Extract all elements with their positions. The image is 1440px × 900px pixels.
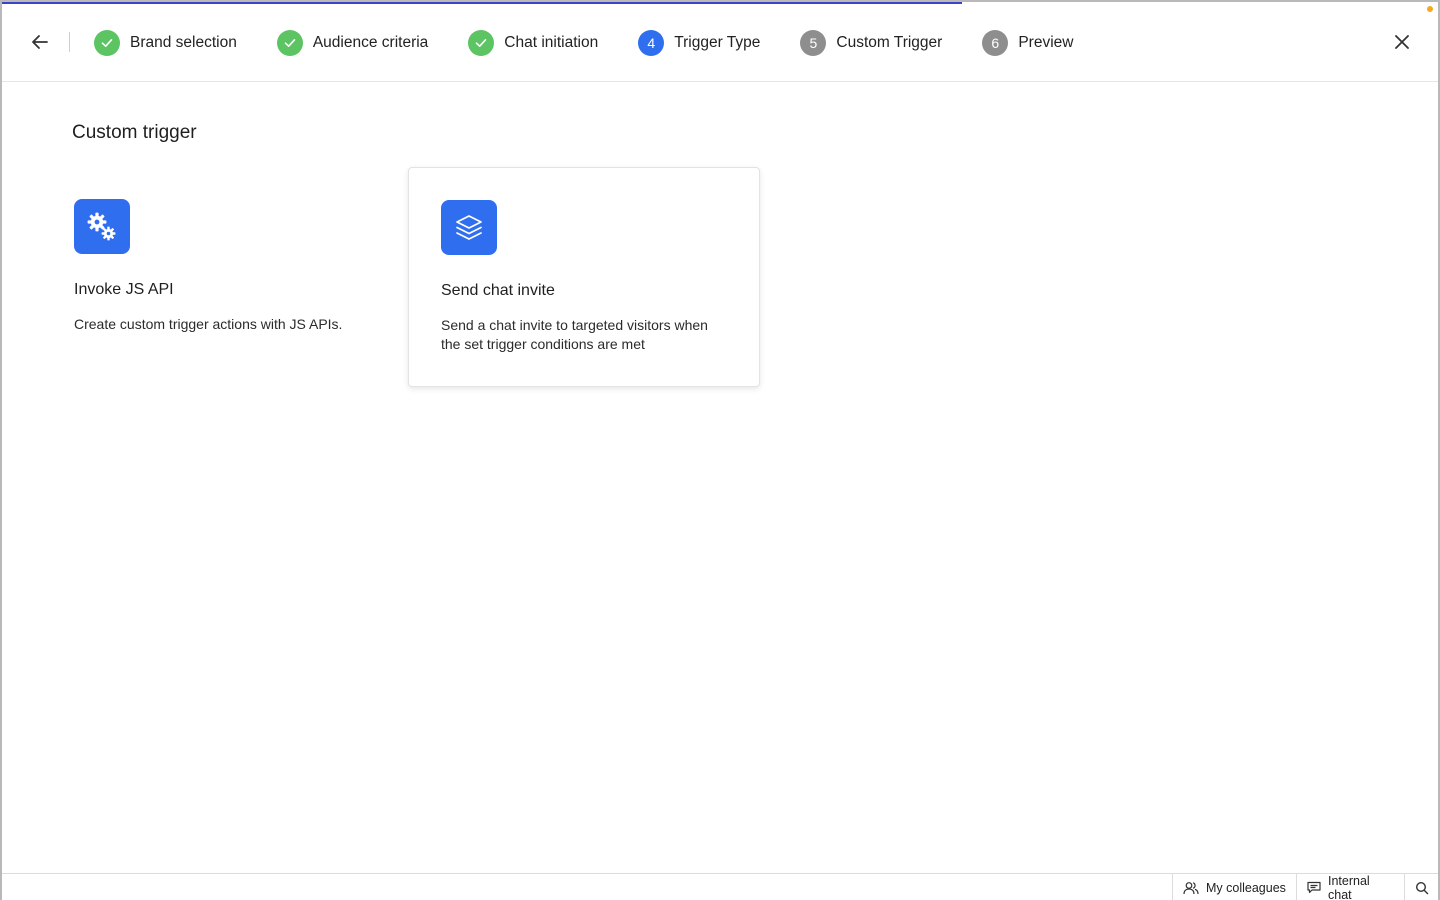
internal-chat-button[interactable]: Internal chat — [1296, 874, 1404, 900]
step-brand-selection[interactable]: Brand selection — [94, 28, 237, 58]
card-invoke-js-api[interactable]: Invoke JS API Create custom trigger acti… — [42, 167, 394, 387]
arrow-left-icon — [32, 35, 48, 49]
step-label: Audience criteria — [312, 34, 429, 51]
step-number-badge: 4 — [638, 30, 665, 56]
chat-icon — [1307, 881, 1321, 894]
step-label: Chat initiation — [504, 34, 599, 51]
card-description: Send a chat invite to targeted visitors … — [441, 317, 708, 352]
back-button[interactable] — [26, 28, 54, 56]
step-preview[interactable]: 6 Preview — [982, 28, 1073, 58]
step-custom-trigger[interactable]: 5 Custom Trigger — [800, 28, 942, 58]
my-colleagues-button[interactable]: My colleagues — [1172, 874, 1296, 900]
step-label: Brand selection — [130, 34, 237, 51]
step-trigger-type[interactable]: 4 Trigger Type — [638, 28, 760, 58]
bottom-bar: My colleagues Internal chat — [2, 873, 1438, 900]
step-label: Custom Trigger — [836, 34, 943, 51]
step-label: Preview — [1018, 34, 1074, 51]
step-chat-initiation[interactable]: Chat initiation — [468, 28, 598, 58]
search-button[interactable] — [1404, 874, 1438, 900]
check-icon — [94, 30, 120, 56]
page-title: Custom trigger — [72, 122, 197, 143]
close-button[interactable] — [1388, 28, 1416, 56]
app-window: Brand selection Audience criteria Chat i… — [0, 0, 1440, 900]
search-icon — [1415, 881, 1428, 894]
gears-icon — [74, 199, 130, 254]
step-audience-criteria[interactable]: Audience criteria — [276, 28, 429, 58]
card-description: Create custom trigger actions with JS AP… — [74, 316, 343, 332]
check-icon — [276, 30, 303, 56]
stepper-header: Brand selection Audience criteria Chat i… — [2, 4, 1438, 82]
step-list: Brand selection Audience criteria Chat i… — [94, 28, 1113, 58]
colleagues-icon — [1183, 881, 1199, 895]
step-number-badge: 6 — [982, 30, 1009, 56]
close-icon — [1395, 35, 1409, 49]
step-label: Trigger Type — [674, 34, 761, 51]
layers-icon — [441, 200, 497, 255]
check-icon — [468, 30, 495, 56]
header-divider — [69, 32, 70, 52]
my-colleagues-label: My colleagues — [1206, 880, 1286, 895]
step-number-badge: 5 — [800, 30, 827, 56]
internal-chat-label: Internal chat — [1328, 873, 1370, 900]
card-title: Send chat invite — [441, 282, 555, 299]
card-title: Invoke JS API — [74, 281, 174, 298]
card-send-chat-invite[interactable]: Send chat invite Send a chat invite to t… — [408, 167, 760, 387]
